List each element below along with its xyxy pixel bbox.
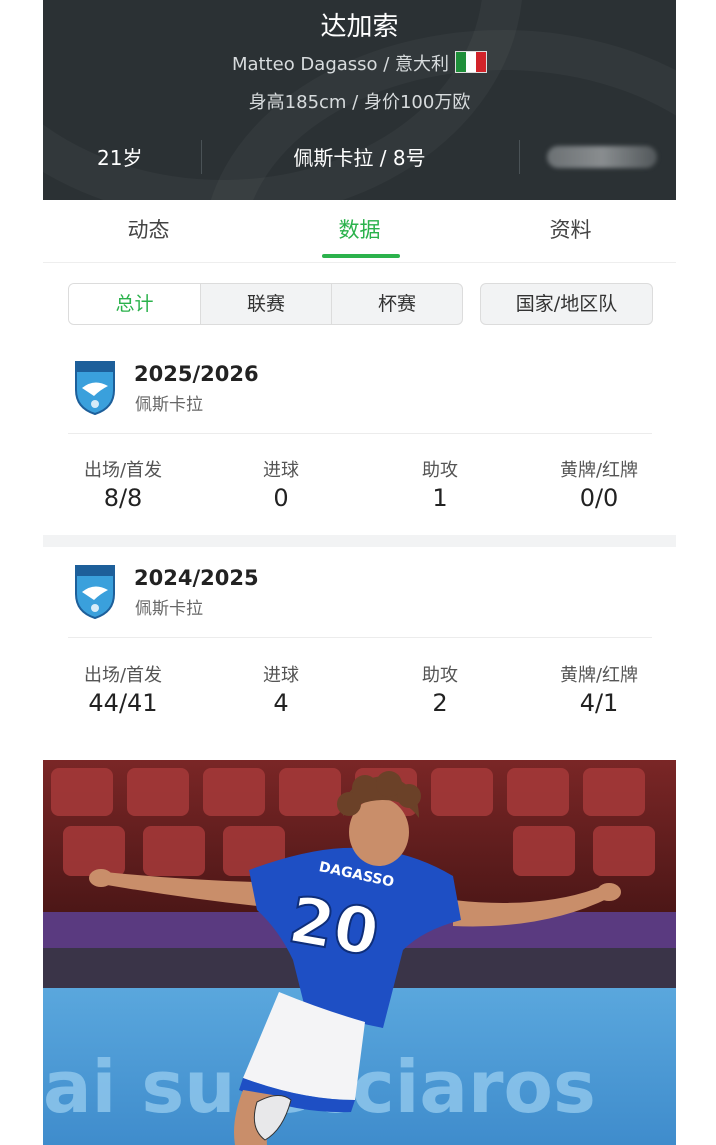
jersey-number: 20 xyxy=(284,883,385,971)
stat-value: 0 xyxy=(273,484,289,512)
section-separator xyxy=(43,535,676,547)
stat-value: 44/41 xyxy=(88,689,158,717)
filter-league[interactable]: 联赛 xyxy=(201,284,331,324)
stat-value: 4/1 xyxy=(579,689,619,717)
divider xyxy=(519,140,520,174)
stat-value: 1 xyxy=(432,484,448,512)
active-tab-indicator xyxy=(322,254,400,258)
stat-label: 黄牌/红牌 xyxy=(559,665,639,686)
tab-bar: 动态 数据 资料 xyxy=(43,200,676,263)
filter-cup[interactable]: 杯赛 xyxy=(332,284,462,324)
stat-label: 黄牌/红牌 xyxy=(559,460,639,481)
stat-cards: 黄牌/红牌 0/0 xyxy=(529,456,669,512)
player-celebration-photo: ai su ecciaros DAGASSO 20 xyxy=(43,760,676,1145)
stat-value: 4 xyxy=(273,689,289,717)
stat-label: 助攻 xyxy=(422,460,458,481)
divider xyxy=(68,433,652,434)
stat-label: 出场/首发 xyxy=(83,460,163,481)
season-club: 佩斯卡拉 xyxy=(135,599,203,619)
stat-value: 0/0 xyxy=(579,484,619,512)
competition-filter: 总计 联赛 杯赛 xyxy=(68,283,463,325)
divider xyxy=(68,637,652,638)
filter-total[interactable]: 总计 xyxy=(69,284,200,324)
celebration-image: ai su ecciaros DAGASSO 20 xyxy=(43,760,676,1145)
stat-assists: 助攻 1 xyxy=(370,456,510,512)
stat-appearances: 出场/首发 8/8 xyxy=(53,456,193,512)
player-name: 达加索 xyxy=(320,12,399,42)
season-club: 佩斯卡拉 xyxy=(135,395,203,415)
stat-assists: 助攻 2 xyxy=(370,661,510,717)
stat-value: 8/8 xyxy=(103,484,143,512)
stat-appearances: 出场/首发 44/41 xyxy=(53,661,193,717)
player-profile-page: 达加索 Matteo Dagasso / 意大利 身高185cm / 身价100… xyxy=(43,0,676,1145)
pescara-crest-icon xyxy=(75,565,115,620)
stat-cards: 黄牌/红牌 4/1 xyxy=(529,661,669,717)
player-info: 身高185cm / 身价100万欧 xyxy=(248,92,471,113)
player-subtitle: Matteo Dagasso / 意大利 xyxy=(43,50,676,76)
tab-news[interactable]: 动态 xyxy=(43,214,254,244)
filter-national-team[interactable]: 国家/地区队 xyxy=(480,283,653,325)
stat-goals: 进球 4 xyxy=(211,661,351,717)
tab-data[interactable]: 数据 xyxy=(254,214,465,244)
stat-label: 出场/首发 xyxy=(83,665,163,686)
pescara-crest-icon xyxy=(75,361,115,416)
player-header: 达加索 Matteo Dagasso / 意大利 身高185cm / 身价100… xyxy=(43,0,676,200)
season-year: 2024/2025 xyxy=(134,566,259,590)
player-meta-row: 21岁 佩斯卡拉 / 8号 xyxy=(43,140,676,174)
stat-label: 进球 xyxy=(263,460,299,481)
stat-label: 助攻 xyxy=(422,665,458,686)
tab-profile[interactable]: 资料 xyxy=(465,214,676,244)
player-name-nationality: Matteo Dagasso / 意大利 xyxy=(231,54,450,75)
season-year: 2025/2026 xyxy=(134,362,259,386)
stat-value: 2 xyxy=(432,689,448,717)
italy-flag-icon xyxy=(455,51,488,73)
stat-label: 进球 xyxy=(263,665,299,686)
blurred-value xyxy=(547,146,657,168)
stat-goals: 进球 0 xyxy=(211,456,351,512)
